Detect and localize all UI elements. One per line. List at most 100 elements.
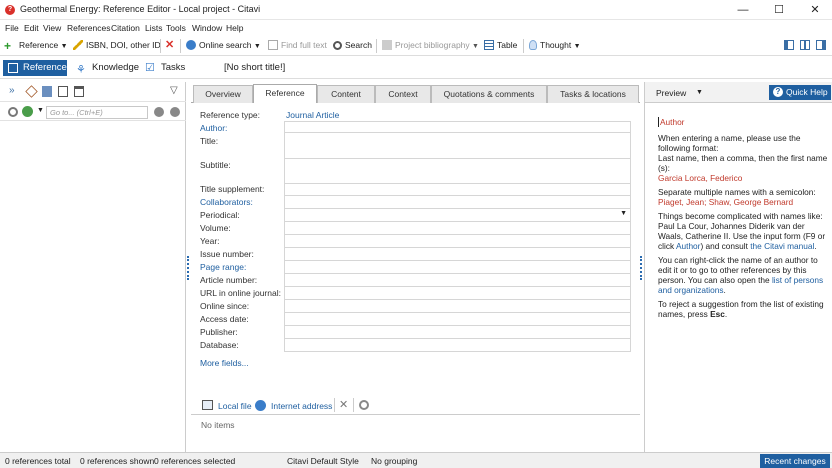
next-icon[interactable] xyxy=(170,107,180,117)
remove-icon[interactable]: ✕ xyxy=(339,398,348,411)
periodical-label: Periodical: xyxy=(200,210,240,220)
layout-left-icon[interactable] xyxy=(784,40,797,50)
tab-quotations-comments[interactable]: Quotations & comments xyxy=(431,85,547,103)
issue-number-field[interactable] xyxy=(284,248,631,261)
minimize-button[interactable]: — xyxy=(726,0,760,20)
author-link[interactable]: Author xyxy=(676,241,700,251)
nav-references-tab[interactable]: References xyxy=(3,60,72,76)
volume-field[interactable] xyxy=(284,222,631,235)
publisher-label: Publisher: xyxy=(200,327,238,337)
status-grouping[interactable]: No grouping xyxy=(371,456,417,466)
author-label[interactable]: Author: xyxy=(200,123,227,133)
online-search-button[interactable]: Online search ▼ xyxy=(186,40,261,50)
article-number-label: Article number: xyxy=(200,275,258,285)
search-button[interactable]: Search xyxy=(333,40,372,50)
status-style[interactable]: Citavi Default Style xyxy=(287,456,359,466)
maximize-button[interactable]: ☐ xyxy=(762,0,796,20)
help-paragraph: To reject a suggestion from the list of … xyxy=(658,299,824,319)
add-reference-button[interactable]: + Reference ▼ xyxy=(4,40,68,52)
table-button[interactable]: Table xyxy=(484,40,517,50)
help-paragraph: Last name, then a comma, then the first … xyxy=(658,153,828,173)
menu-lists[interactable]: Lists xyxy=(145,23,162,33)
page-range-label[interactable]: Page range: xyxy=(200,262,246,272)
access-date-field[interactable] xyxy=(284,313,631,326)
isbn-button[interactable]: ISBN, DOI, other ID xyxy=(73,40,161,50)
collaborators-field[interactable] xyxy=(284,196,631,209)
goto-search-input[interactable]: Go to... (Ctrl+E) xyxy=(46,106,148,119)
article-number-field[interactable] xyxy=(284,274,631,287)
reference-editor-pane: Overview Reference Content Context Quota… xyxy=(191,82,640,452)
title-supplement-label: Title supplement: xyxy=(200,184,265,194)
more-fields-link[interactable]: More fields... xyxy=(200,358,249,368)
citavi-manual-link[interactable]: the Citavi manual xyxy=(750,241,814,251)
preview-dropdown[interactable]: Preview xyxy=(656,88,686,98)
layout-middle-icon[interactable] xyxy=(800,40,813,50)
subtitle-field[interactable] xyxy=(284,159,631,184)
reference-type-value[interactable]: Journal Article xyxy=(286,110,339,120)
columns-icon[interactable] xyxy=(58,86,68,97)
toolbar-divider xyxy=(523,39,524,53)
year-label: Year: xyxy=(200,236,220,246)
find-full-text-button[interactable]: Find full text xyxy=(268,40,327,50)
filter-icon[interactable]: ▽ xyxy=(170,85,178,96)
menu-citation[interactable]: Citation xyxy=(111,23,140,33)
globe-search-icon xyxy=(186,40,196,50)
outline-icon[interactable] xyxy=(74,86,84,97)
title-field[interactable] xyxy=(284,133,631,159)
year-field[interactable] xyxy=(284,235,631,248)
title-supplement-field[interactable] xyxy=(284,184,631,196)
title-label: Title: xyxy=(200,136,219,146)
thought-button[interactable]: Thought ▼ xyxy=(529,40,581,50)
recent-changes-button[interactable]: Recent changes xyxy=(760,454,830,468)
chevron-down-icon[interactable]: ▼ xyxy=(620,210,627,217)
project-bibliography-button[interactable]: Project bibliography ▼ xyxy=(382,40,479,50)
sort-icon[interactable] xyxy=(25,85,38,98)
online-since-field[interactable] xyxy=(284,300,631,313)
chevron-down-icon[interactable]: ▼ xyxy=(37,107,44,114)
collaborators-label[interactable]: Collaborators: xyxy=(200,197,253,207)
refresh-icon[interactable] xyxy=(22,106,33,117)
menu-edit[interactable]: Edit xyxy=(24,23,39,33)
database-field[interactable] xyxy=(284,339,631,352)
help-paragraph: Things become complicated with names lik… xyxy=(658,211,826,251)
settings-icon[interactable] xyxy=(8,107,18,117)
close-button[interactable]: ✕ xyxy=(798,0,832,20)
menu-file[interactable]: File xyxy=(5,23,19,33)
local-file-button[interactable]: Local file xyxy=(218,401,252,411)
url-label: URL in online journal: xyxy=(200,288,281,298)
group-icon[interactable] xyxy=(42,86,52,97)
tab-content[interactable]: Content xyxy=(317,85,375,103)
tasks-icon: ☑ xyxy=(145,62,155,74)
tab-tasks-locations[interactable]: Tasks & locations xyxy=(547,85,639,103)
url-field[interactable] xyxy=(284,287,631,300)
delete-icon[interactable]: ✕ xyxy=(165,38,174,51)
menu-tools[interactable]: Tools xyxy=(166,23,186,33)
chevron-down-icon: ▼ xyxy=(60,43,68,50)
nav-knowledge-tab[interactable]: ⚘ Knowledge xyxy=(72,60,143,76)
access-date-label: Access date: xyxy=(200,314,249,324)
tab-context[interactable]: Context xyxy=(375,85,431,103)
editor-tabs: Overview Reference Content Context Quota… xyxy=(191,82,640,103)
chevron-down-icon[interactable]: ▼ xyxy=(696,89,703,96)
list-searchbar: ▼ Go to... (Ctrl+E) xyxy=(0,103,186,121)
tab-overview[interactable]: Overview xyxy=(193,85,253,103)
publisher-field[interactable] xyxy=(284,326,631,339)
no-items-text: No items xyxy=(201,420,235,430)
layout-right-icon[interactable] xyxy=(816,40,829,50)
tab-reference[interactable]: Reference xyxy=(253,84,317,103)
menu-window[interactable]: Window xyxy=(192,23,222,33)
internet-address-button[interactable]: Internet address xyxy=(271,401,332,411)
page-range-field[interactable] xyxy=(284,261,631,274)
menu-references[interactable]: References xyxy=(67,23,110,33)
menu-help[interactable]: Help xyxy=(226,23,243,33)
previous-icon[interactable] xyxy=(154,107,164,117)
expand-icon[interactable]: » xyxy=(9,85,15,96)
author-field[interactable] xyxy=(284,121,631,133)
menu-view[interactable]: View xyxy=(43,23,61,33)
periodical-field[interactable]: ▼ xyxy=(284,209,631,222)
citavi-icon: ? xyxy=(5,5,15,15)
toolbar-divider xyxy=(376,39,377,53)
nav-tasks-tab[interactable]: ☑ Tasks xyxy=(141,60,189,76)
settings-icon[interactable] xyxy=(359,400,369,410)
quick-help-button[interactable]: ? Quick Help xyxy=(769,85,831,100)
